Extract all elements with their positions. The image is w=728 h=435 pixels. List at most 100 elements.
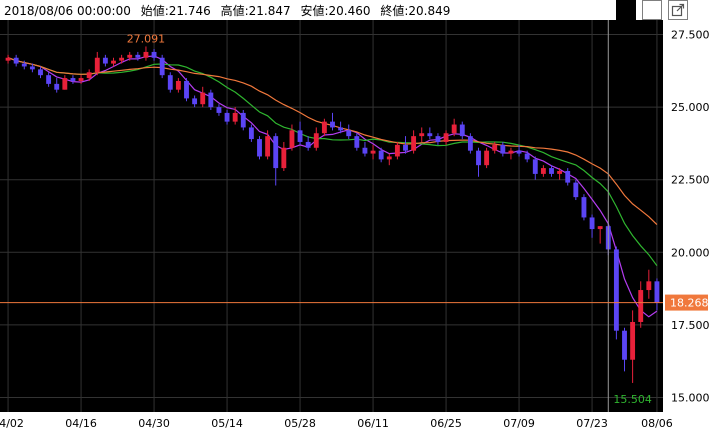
candle-body: [135, 54, 141, 58]
candle-body: [38, 69, 43, 76]
candle-body: [54, 83, 60, 90]
candle-body: [622, 330, 627, 360]
high-marker-label: 27.091: [127, 32, 166, 45]
candle-body: [167, 75, 173, 90]
x-tick-label: 04/16: [65, 417, 97, 430]
candle-body: [46, 75, 52, 84]
candle-body: [630, 321, 636, 360]
low-marker-label: 15.504: [613, 393, 652, 406]
candle-body: [370, 150, 376, 154]
candle-body: [94, 57, 100, 73]
candle-body: [540, 168, 546, 174]
candle-body: [362, 147, 368, 154]
y-tick-label: 25.000: [671, 101, 710, 114]
candle-body: [411, 136, 417, 151]
candle-body: [102, 57, 108, 64]
candle-body: [565, 170, 571, 183]
candle-body: [419, 133, 425, 137]
candle-body: [21, 63, 27, 67]
candle-body: [208, 92, 214, 108]
candle-body: [597, 226, 603, 230]
candle-body: [151, 51, 157, 58]
plot-background: [0, 20, 663, 412]
candle-body: [508, 150, 514, 154]
candle-body: [111, 60, 116, 64]
candle-body: [127, 54, 133, 58]
candle-body: [476, 150, 481, 166]
x-tick-label: 04/02: [0, 417, 24, 430]
candle-body: [159, 57, 165, 76]
x-tick-label: 05/14: [211, 417, 243, 430]
x-tick-label: 08/06: [641, 417, 673, 430]
y-tick-label: 15.000: [671, 391, 710, 404]
candle-body: [313, 133, 319, 148]
candle-body: [62, 78, 68, 90]
candle-body: [305, 141, 311, 148]
candle-body: [403, 144, 408, 151]
candle-body: [273, 136, 279, 169]
candle-body: [232, 112, 238, 122]
y-tick-label: 27.500: [671, 29, 710, 42]
x-tick-label: 07/23: [576, 417, 608, 430]
candle-body: [484, 150, 490, 166]
candle-body: [354, 136, 360, 148]
y-tick-label: 20.000: [671, 246, 710, 259]
candle-body: [224, 112, 230, 122]
x-tick-label: 05/28: [284, 417, 316, 430]
candle-body: [86, 72, 92, 79]
candle-body: [321, 121, 327, 134]
current-price-label: 18.268: [670, 297, 709, 310]
candle-body: [532, 159, 538, 174]
candle-body: [13, 57, 19, 64]
candle-body: [459, 124, 465, 137]
candle-body: [78, 78, 84, 81]
candle-body: [500, 144, 506, 154]
candle-body: [175, 80, 181, 90]
candle-body: [638, 290, 644, 322]
candle-body: [516, 150, 522, 154]
candle-body: [70, 78, 76, 81]
candle-body: [467, 136, 473, 151]
y-tick-label: 17.500: [671, 319, 710, 332]
candle-body: [581, 197, 587, 218]
candle-body: [435, 136, 441, 142]
candle-body: [654, 281, 660, 303]
candle-body: [192, 98, 198, 105]
candle-body: [394, 144, 400, 157]
candle-body: [589, 217, 595, 230]
x-axis: 04/02 04/16 04/30 05/14 05/28 06/11 06/25 07/09…: [0, 417, 673, 430]
candle-body: [451, 124, 457, 134]
candle-body: [386, 156, 392, 160]
candlestick-chart[interactable]: 18.268 27.091 15.504 27.500 25.000 22.500 20.…: [0, 0, 728, 435]
x-tick-label: 06/25: [430, 417, 462, 430]
candle-body: [378, 150, 384, 160]
candle-body: [443, 133, 449, 142]
candle-body: [257, 139, 262, 157]
candle-body: [338, 127, 344, 131]
y-axis: 27.500 25.000 22.500 20.000 17.500 15.000: [671, 29, 710, 405]
candle-body: [346, 130, 352, 137]
candle-body: [200, 92, 206, 105]
x-tick-label: 04/30: [138, 417, 170, 430]
candle-body: [240, 112, 246, 128]
candle-body: [29, 66, 35, 70]
candle-body: [248, 127, 254, 140]
candle-body: [265, 136, 271, 157]
candle-body: [289, 130, 295, 148]
candle-body: [143, 51, 149, 58]
candle-body: [216, 107, 222, 113]
candle-body: [330, 121, 335, 128]
candle-body: [297, 130, 303, 142]
candle-body: [492, 144, 498, 151]
candle-body: [613, 249, 619, 331]
y-tick-label: 22.500: [671, 174, 710, 187]
candle-body: [281, 147, 287, 169]
candle-body: [549, 168, 554, 174]
candle-body: [524, 153, 530, 160]
candle-body: [427, 133, 433, 137]
candle-body: [5, 57, 11, 61]
candle-body: [557, 170, 563, 174]
x-tick-label: 07/09: [503, 417, 535, 430]
candle-body: [119, 57, 125, 61]
candle-body: [646, 281, 652, 291]
